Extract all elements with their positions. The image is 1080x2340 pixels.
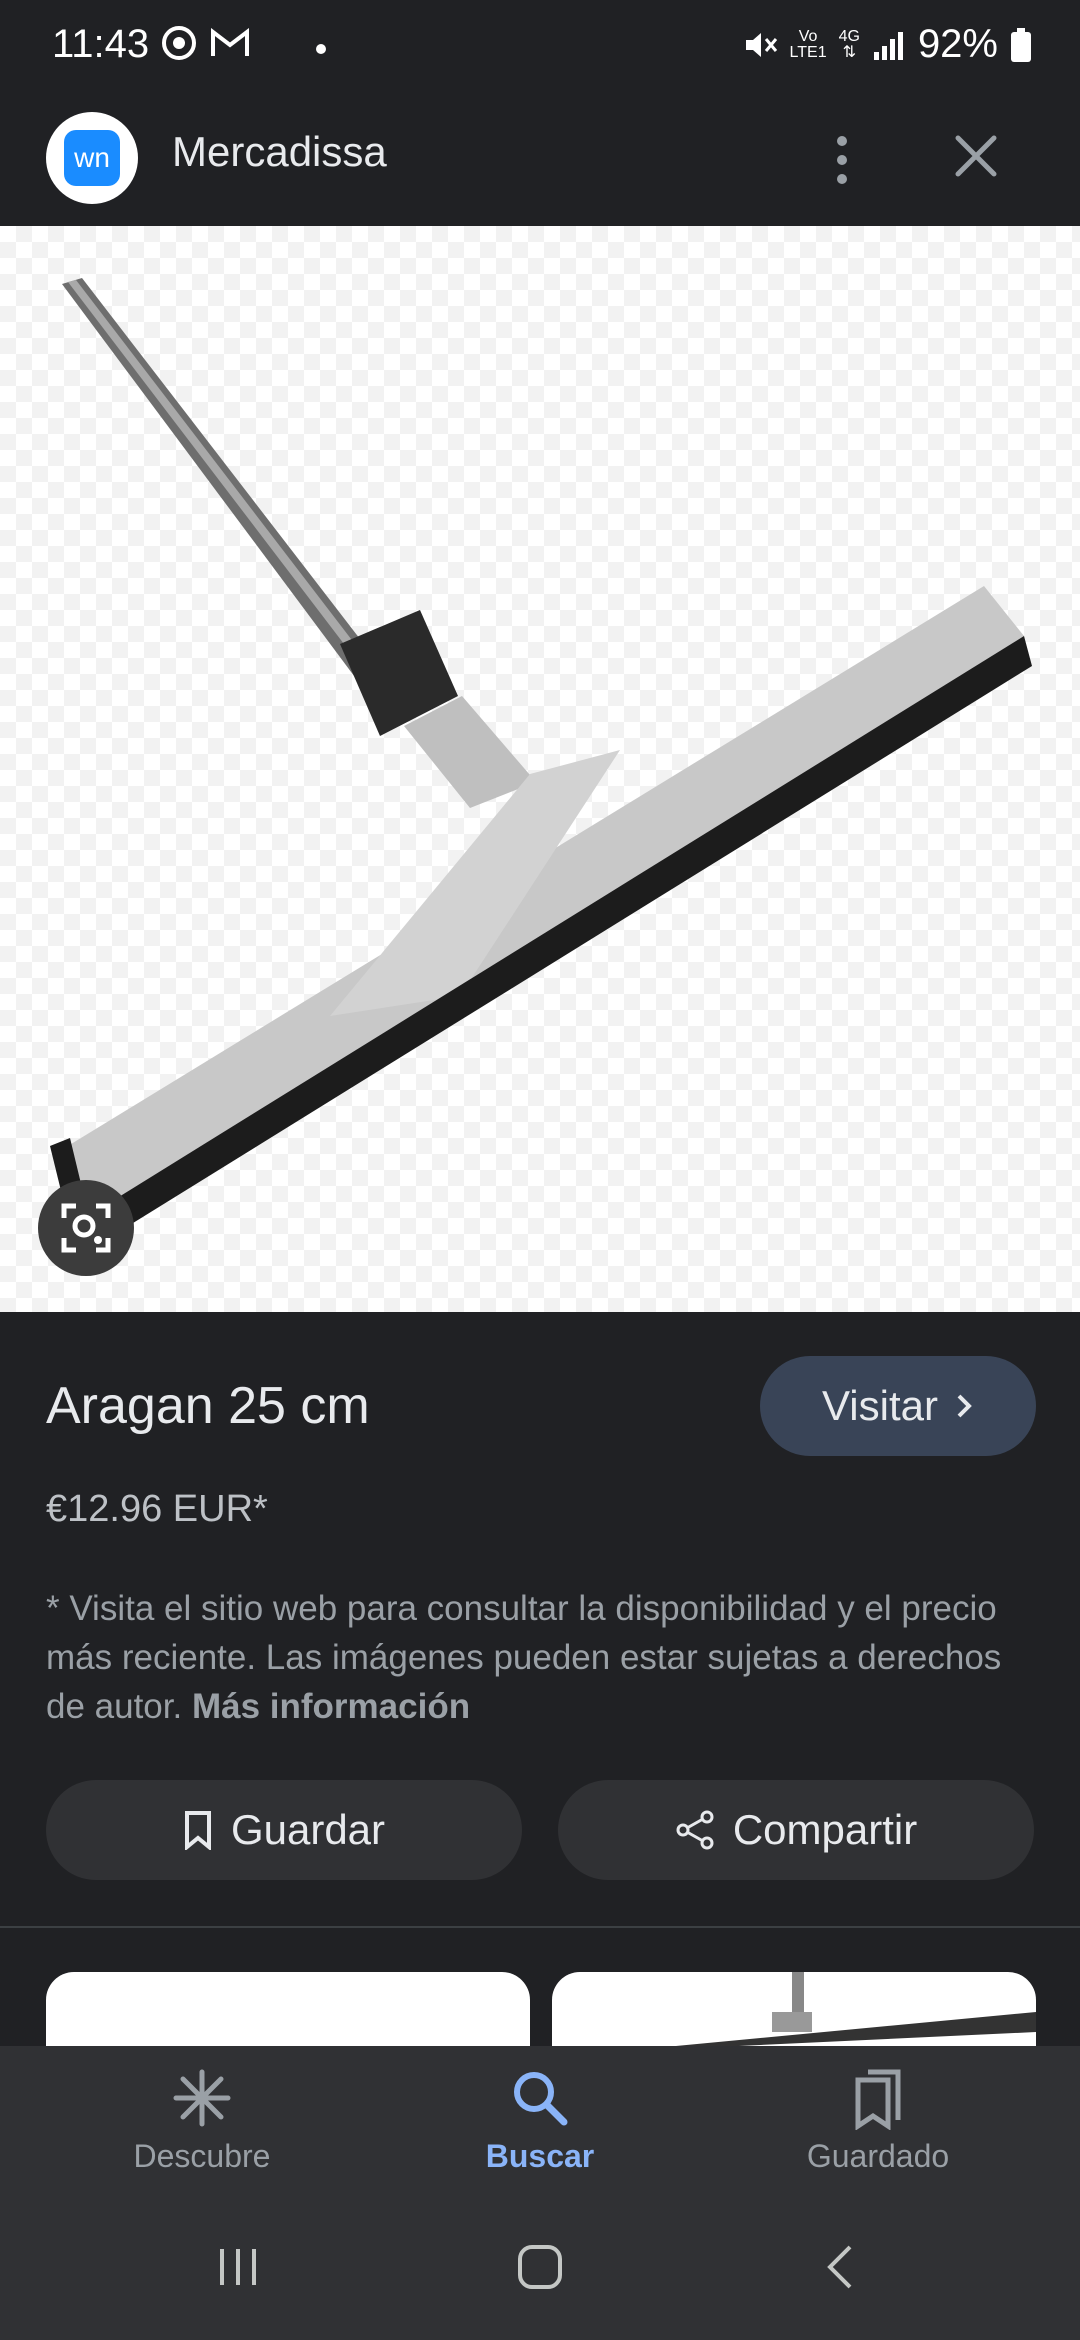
status-left-icons <box>162 26 250 60</box>
site-header: wn Mercadissa <box>0 96 1080 226</box>
status-right-icons: Vo LTE1 4G ⇅ 92% <box>742 22 1032 67</box>
dot <box>837 136 847 146</box>
network-type: 4G ⇅ <box>838 27 860 61</box>
related-product-image <box>612 1972 1036 2052</box>
asterisk-icon <box>173 2069 231 2127</box>
nav-saved-label: Guardado <box>806 2138 950 2174</box>
nav-discover-label: Descubre <box>133 2138 271 2174</box>
chrome-icon <box>162 26 196 60</box>
site-logo-mark: wn <box>64 130 120 186</box>
search-icon <box>514 2072 568 2126</box>
disclaimer-text: * Visita el sitio web para consultar la … <box>46 1589 1002 1726</box>
visit-label: Visitar <box>822 1382 938 1429</box>
back-icon <box>827 2245 852 2289</box>
site-logo[interactable]: wn <box>46 112 138 204</box>
bookmark-icon <box>184 1811 211 1850</box>
chevron-right-icon <box>957 1394 972 1418</box>
mute-icon <box>745 32 777 57</box>
related-thumbnail[interactable] <box>46 1972 530 2052</box>
save-button[interactable]: Guardar <box>46 1780 522 1880</box>
more-info-link[interactable]: Más información <box>192 1687 470 1726</box>
visit-button[interactable]: Visitar <box>760 1356 1036 1456</box>
nav-search-label: Buscar <box>485 2138 595 2174</box>
lens-icon <box>61 1203 111 1253</box>
data-arrows-icon: ⇅ <box>842 43 856 61</box>
volte-bottom: LTE1 <box>789 43 827 61</box>
related-results <box>0 1928 1080 2052</box>
status-bar: 11:43 Vo LTE1 4G ⇅ 92% <box>0 0 1080 96</box>
gmail-icon <box>211 28 249 56</box>
status-time: 11:43 <box>52 22 150 66</box>
share-button[interactable]: Compartir <box>558 1780 1034 1880</box>
product-price: €12.96 EUR* <box>46 1488 268 1530</box>
disclaimer: * Visita el sitio web para consultar la … <box>46 1584 1036 1731</box>
volte-top: Vo <box>798 27 818 45</box>
volte-indicator: Vo LTE1 <box>789 27 827 61</box>
share-label: Compartir <box>732 1806 918 1853</box>
back-button[interactable] <box>802 2232 882 2302</box>
site-name[interactable]: Mercadissa <box>172 128 387 176</box>
recent-apps-icon <box>220 2249 256 2285</box>
network-type-label: 4G <box>838 27 860 45</box>
nav-saved[interactable]: Guardado <box>728 2066 1028 2175</box>
product-image[interactable] <box>0 226 1080 1312</box>
product-title: Aragan 25 cm <box>46 1377 370 1435</box>
dot <box>837 155 847 165</box>
bottom-navigation: Descubre Buscar Guardado <box>0 2046 1080 2196</box>
system-navigation <box>0 2196 1080 2340</box>
signal-icon <box>873 31 903 60</box>
bookmarks-icon <box>855 2069 901 2130</box>
product-info: Aragan 25 cm Visitar €12.96 EUR* * Visit… <box>0 1312 1080 1926</box>
related-thumbnail[interactable] <box>552 1972 1036 2052</box>
nav-search[interactable]: Buscar <box>390 2066 690 2175</box>
battery-percent: 92% <box>917 22 998 66</box>
more-options-button[interactable] <box>812 120 872 200</box>
dot <box>837 174 847 184</box>
home-button[interactable] <box>500 2232 580 2302</box>
save-label: Guardar <box>230 1806 386 1853</box>
recent-apps-button[interactable] <box>198 2232 278 2302</box>
home-icon <box>518 2245 562 2289</box>
lens-search-button[interactable] <box>38 1180 134 1276</box>
nav-discover[interactable]: Descubre <box>52 2066 352 2175</box>
notification-dot <box>316 44 326 54</box>
battery-icon <box>1011 27 1031 62</box>
squeegee-image <box>50 278 1032 1252</box>
share-icon <box>676 1810 714 1850</box>
close-icon[interactable] <box>944 124 1008 188</box>
